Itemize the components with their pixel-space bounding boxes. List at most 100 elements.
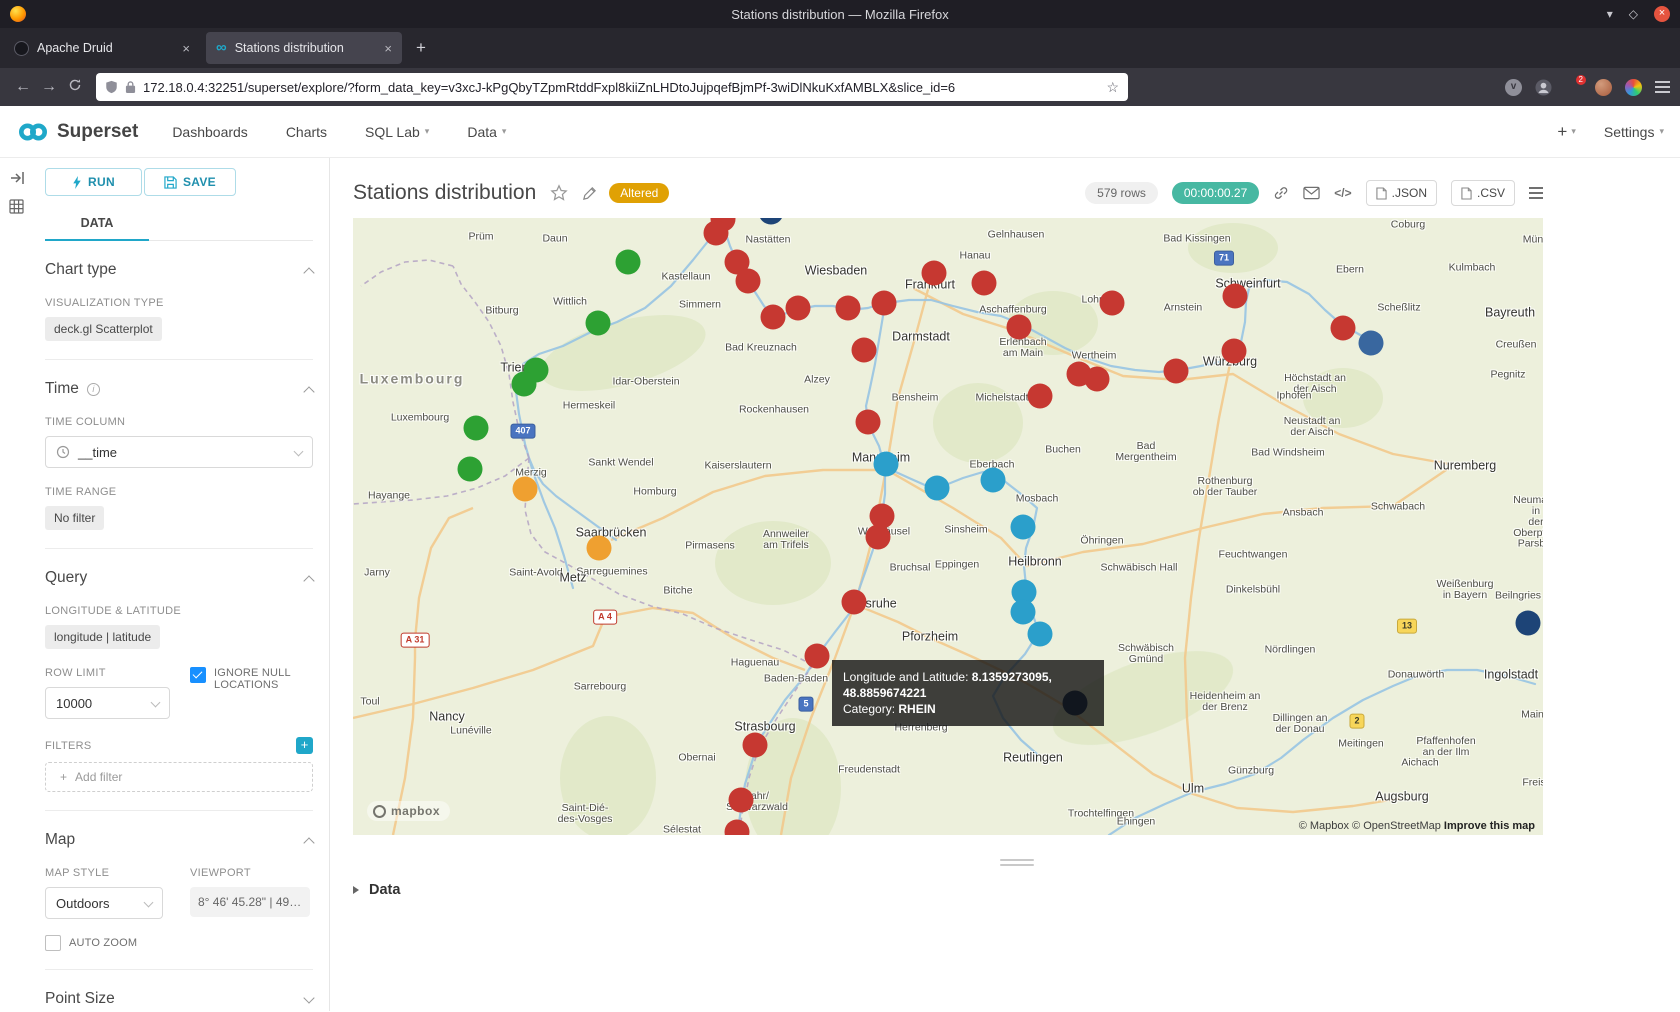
embed-code-icon[interactable]: </> xyxy=(1334,186,1351,200)
export-json-button[interactable]: .JSON xyxy=(1366,180,1437,206)
nav-charts[interactable]: Charts xyxy=(286,124,327,140)
time-range-chip[interactable]: No filter xyxy=(45,506,104,530)
mapbox-logo[interactable]: mapbox xyxy=(367,801,450,821)
window-minimize-button[interactable]: ▾ xyxy=(1607,6,1613,22)
nav-sql-lab[interactable]: SQL Lab▾ xyxy=(365,124,429,140)
new-tab-button[interactable]: + xyxy=(416,38,426,58)
window-maximize-button[interactable]: ◇ xyxy=(1629,6,1638,22)
map-point[interactable] xyxy=(1164,359,1189,384)
nav-dashboards[interactable]: Dashboards xyxy=(172,124,248,140)
map-point[interactable] xyxy=(1331,316,1356,341)
extension-pinwheel-icon[interactable] xyxy=(1625,79,1642,96)
adblock-extension-icon[interactable]: 2 xyxy=(1565,79,1582,96)
map-point[interactable] xyxy=(866,525,891,550)
chart-menu-icon[interactable] xyxy=(1529,187,1543,198)
map-point[interactable] xyxy=(836,296,861,321)
lonlat-chip[interactable]: longitude | latitude xyxy=(45,625,160,649)
auto-zoom-checkbox[interactable] xyxy=(45,935,61,951)
map-point[interactable] xyxy=(761,305,786,330)
ignore-null-checkbox[interactable] xyxy=(190,667,206,683)
map-style-select[interactable]: Outdoors xyxy=(45,887,163,919)
reload-button[interactable] xyxy=(62,78,88,97)
map-point[interactable] xyxy=(922,261,947,286)
map-point[interactable] xyxy=(1223,284,1248,309)
tab-apache-druid[interactable]: Apache Druid × xyxy=(4,32,200,64)
map-point[interactable] xyxy=(805,644,830,669)
data-results-section[interactable]: Data xyxy=(353,882,1543,898)
forward-button[interactable]: → xyxy=(36,78,62,96)
nav-data[interactable]: Data▾ xyxy=(467,124,506,140)
map-point[interactable] xyxy=(1516,611,1541,636)
favorite-star-icon[interactable] xyxy=(550,184,568,202)
deckgl-map[interactable]: PrümDaunNastättenGelnhausenHanauFrankfur… xyxy=(353,218,1543,835)
superset-logo[interactable]: Superset xyxy=(16,121,138,143)
menu-icon[interactable] xyxy=(1655,81,1670,93)
email-icon[interactable] xyxy=(1303,186,1320,200)
map-point[interactable] xyxy=(1100,291,1125,316)
time-column-select[interactable]: __time xyxy=(45,436,313,468)
map-point[interactable] xyxy=(513,477,538,502)
run-button[interactable]: RUN xyxy=(45,168,142,196)
dataset-grid-icon[interactable] xyxy=(9,199,24,214)
map-point[interactable] xyxy=(586,311,611,336)
expand-panel-icon[interactable] xyxy=(9,170,25,186)
section-header-map[interactable]: Map xyxy=(45,831,313,849)
add-filter-plus-button[interactable]: + xyxy=(296,737,313,754)
tab-close-icon[interactable]: × xyxy=(384,41,392,56)
map-point[interactable] xyxy=(704,221,729,246)
viz-type-chip[interactable]: deck.gl Scatterplot xyxy=(45,317,162,341)
profile-avatar-icon[interactable] xyxy=(1595,79,1612,96)
save-button[interactable]: SAVE xyxy=(144,168,236,196)
map-point[interactable] xyxy=(587,536,612,561)
map-point[interactable] xyxy=(464,416,489,441)
share-link-icon[interactable] xyxy=(1273,185,1289,201)
window-close-button[interactable]: × xyxy=(1654,6,1670,22)
map-point[interactable] xyxy=(743,733,768,758)
resize-drag-handle[interactable] xyxy=(1000,859,1034,866)
map-point[interactable] xyxy=(852,338,877,363)
map-point[interactable] xyxy=(759,218,784,225)
map-point[interactable] xyxy=(925,476,950,501)
map-point[interactable] xyxy=(1011,515,1036,540)
bookmark-star-icon[interactable]: ☆ xyxy=(1106,79,1119,96)
row-limit-select[interactable]: 10000 xyxy=(45,687,170,719)
viewport-value[interactable]: 8° 46' 45.28" | 49… xyxy=(190,887,310,917)
tab-close-icon[interactable]: × xyxy=(182,41,190,56)
map-point[interactable] xyxy=(1011,600,1036,625)
map-point[interactable] xyxy=(1085,367,1110,392)
map-point[interactable] xyxy=(458,457,483,482)
map-point[interactable] xyxy=(842,590,867,615)
map-point[interactable] xyxy=(786,296,811,321)
map-point[interactable] xyxy=(725,820,750,836)
tab-stations-distribution[interactable]: ∞ Stations distribution × xyxy=(206,32,402,64)
map-point[interactable] xyxy=(1007,315,1032,340)
map-point[interactable] xyxy=(972,271,997,296)
map-point[interactable] xyxy=(736,269,761,294)
edit-pencil-icon[interactable] xyxy=(582,186,597,201)
map-point[interactable] xyxy=(874,452,899,477)
export-csv-button[interactable]: .CSV xyxy=(1451,180,1515,206)
map-point[interactable] xyxy=(1359,331,1384,356)
add-filter-field[interactable]: + Add filter xyxy=(45,762,313,792)
map-point[interactable] xyxy=(729,788,754,813)
back-button[interactable]: ← xyxy=(10,78,36,96)
map-point[interactable] xyxy=(872,291,897,316)
map-point[interactable] xyxy=(856,410,881,435)
map-point[interactable] xyxy=(1028,384,1053,409)
section-header-time[interactable]: Timei xyxy=(45,380,313,398)
section-header-query[interactable]: Query xyxy=(45,569,313,587)
map-point[interactable] xyxy=(1222,339,1247,364)
section-header-point-size[interactable]: Point Size xyxy=(45,990,313,1008)
map-point[interactable] xyxy=(1028,622,1053,647)
account-icon[interactable] xyxy=(1535,79,1552,96)
settings-menu[interactable]: Settings▾ xyxy=(1604,124,1664,140)
map-point[interactable] xyxy=(512,372,537,397)
url-bar[interactable]: 172.18.0.4:32251/superset/explore/?form_… xyxy=(96,73,1128,101)
map-point[interactable] xyxy=(616,250,641,275)
pocket-icon[interactable]: v xyxy=(1505,79,1522,96)
add-new-button[interactable]: +▾ xyxy=(1557,122,1575,142)
improve-map-link[interactable]: Improve this map xyxy=(1444,820,1535,832)
section-header-chart-type[interactable]: Chart type xyxy=(45,261,313,279)
tab-data[interactable]: DATA xyxy=(45,208,149,241)
map-point[interactable] xyxy=(981,468,1006,493)
